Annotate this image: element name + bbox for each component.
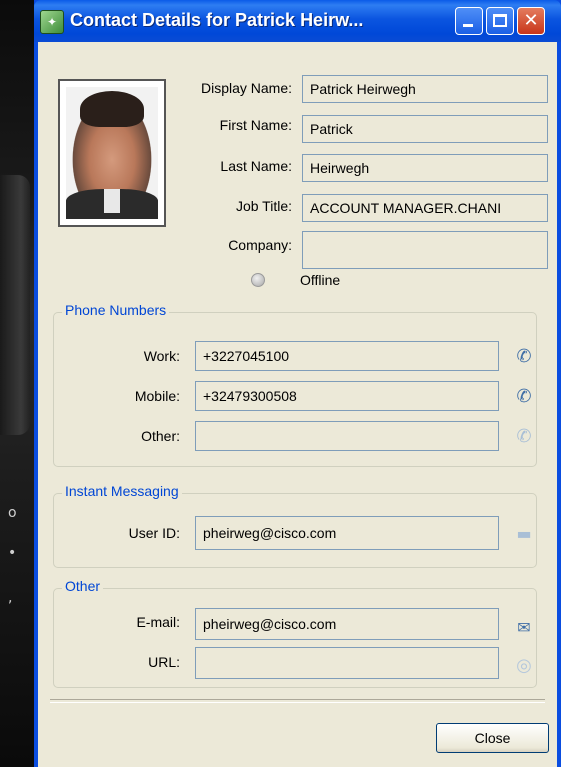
contact-photo [58,79,166,227]
desktop-glyph-icon: , [8,590,13,606]
close-icon: ✕ [523,10,539,31]
other-phone-label: Other: [141,428,180,444]
dialog-client-area: Display Name: Patrick Heirwegh First Nam… [38,42,557,767]
call-mobile-phone-icon[interactable]: ✆ [512,385,536,409]
contact-details-window: ✦ Contact Details for Patrick Heirw... ✕… [34,0,561,767]
other-phone-field[interactable] [195,421,499,451]
mobile-phone-field[interactable]: +32479300508 [195,381,499,411]
job-title-field[interactable]: ACCOUNT MANAGER.CHANI [302,194,548,222]
display-name-field[interactable]: Patrick Heirwegh [302,75,548,103]
display-name-label: Display Name: [200,80,292,96]
user-id-field[interactable]: pheirweg@cisco.com [195,516,499,550]
minimize-icon [463,24,473,27]
email-label: E-mail: [136,614,180,630]
company-field[interactable] [302,231,548,269]
desktop-glyph-icon: o [8,505,17,521]
globe-icon: ◎ [516,655,532,676]
work-phone-field[interactable]: +3227045100 [195,341,499,371]
window-title: Contact Details for Patrick Heirw... [70,10,364,30]
phone-numbers-title: Phone Numbers [62,302,170,318]
close-window-button[interactable]: ✕ [517,7,545,35]
desktop-shape [0,175,30,435]
close-button[interactable]: Close [436,723,549,753]
presence-status: Offline [300,272,341,288]
last-name-field[interactable]: Heirwegh [302,154,548,182]
separator-line [50,699,545,703]
envelope-icon[interactable]: ✉ [512,616,536,640]
call-other-phone-icon: ✆ [516,426,532,447]
work-phone-label: Work: [143,348,180,364]
avatar-hair [80,91,144,127]
desktop-glyph-icon: • [8,545,17,561]
url-label: URL: [148,654,180,670]
maximize-button[interactable] [486,7,514,35]
user-id-label: User ID: [128,525,180,541]
app-icon: ✦ [40,10,64,34]
instant-messaging-title: Instant Messaging [62,483,182,499]
company-label: Company: [228,237,292,253]
minimize-button[interactable] [455,7,483,35]
job-title-label: Job Title: [235,198,292,214]
maximize-icon [493,14,507,27]
first-name-label: First Name: [219,117,292,133]
email-field[interactable]: pheirweg@cisco.com [195,608,499,640]
url-field[interactable] [195,647,499,679]
mobile-phone-label: Mobile: [134,388,180,404]
avatar [66,87,158,219]
first-name-field[interactable]: Patrick [302,115,548,143]
call-work-phone-icon[interactable]: ✆ [512,345,536,369]
avatar-collar [104,189,120,213]
presence-offline-icon [251,273,265,287]
last-name-label: Last Name: [220,158,292,174]
title-bar[interactable]: ✦ Contact Details for Patrick Heirw... ✕ [34,0,561,42]
other-title: Other [62,578,104,594]
chat-bubble-icon: ▬ [516,524,532,543]
desktop-background: o • , [0,0,34,767]
